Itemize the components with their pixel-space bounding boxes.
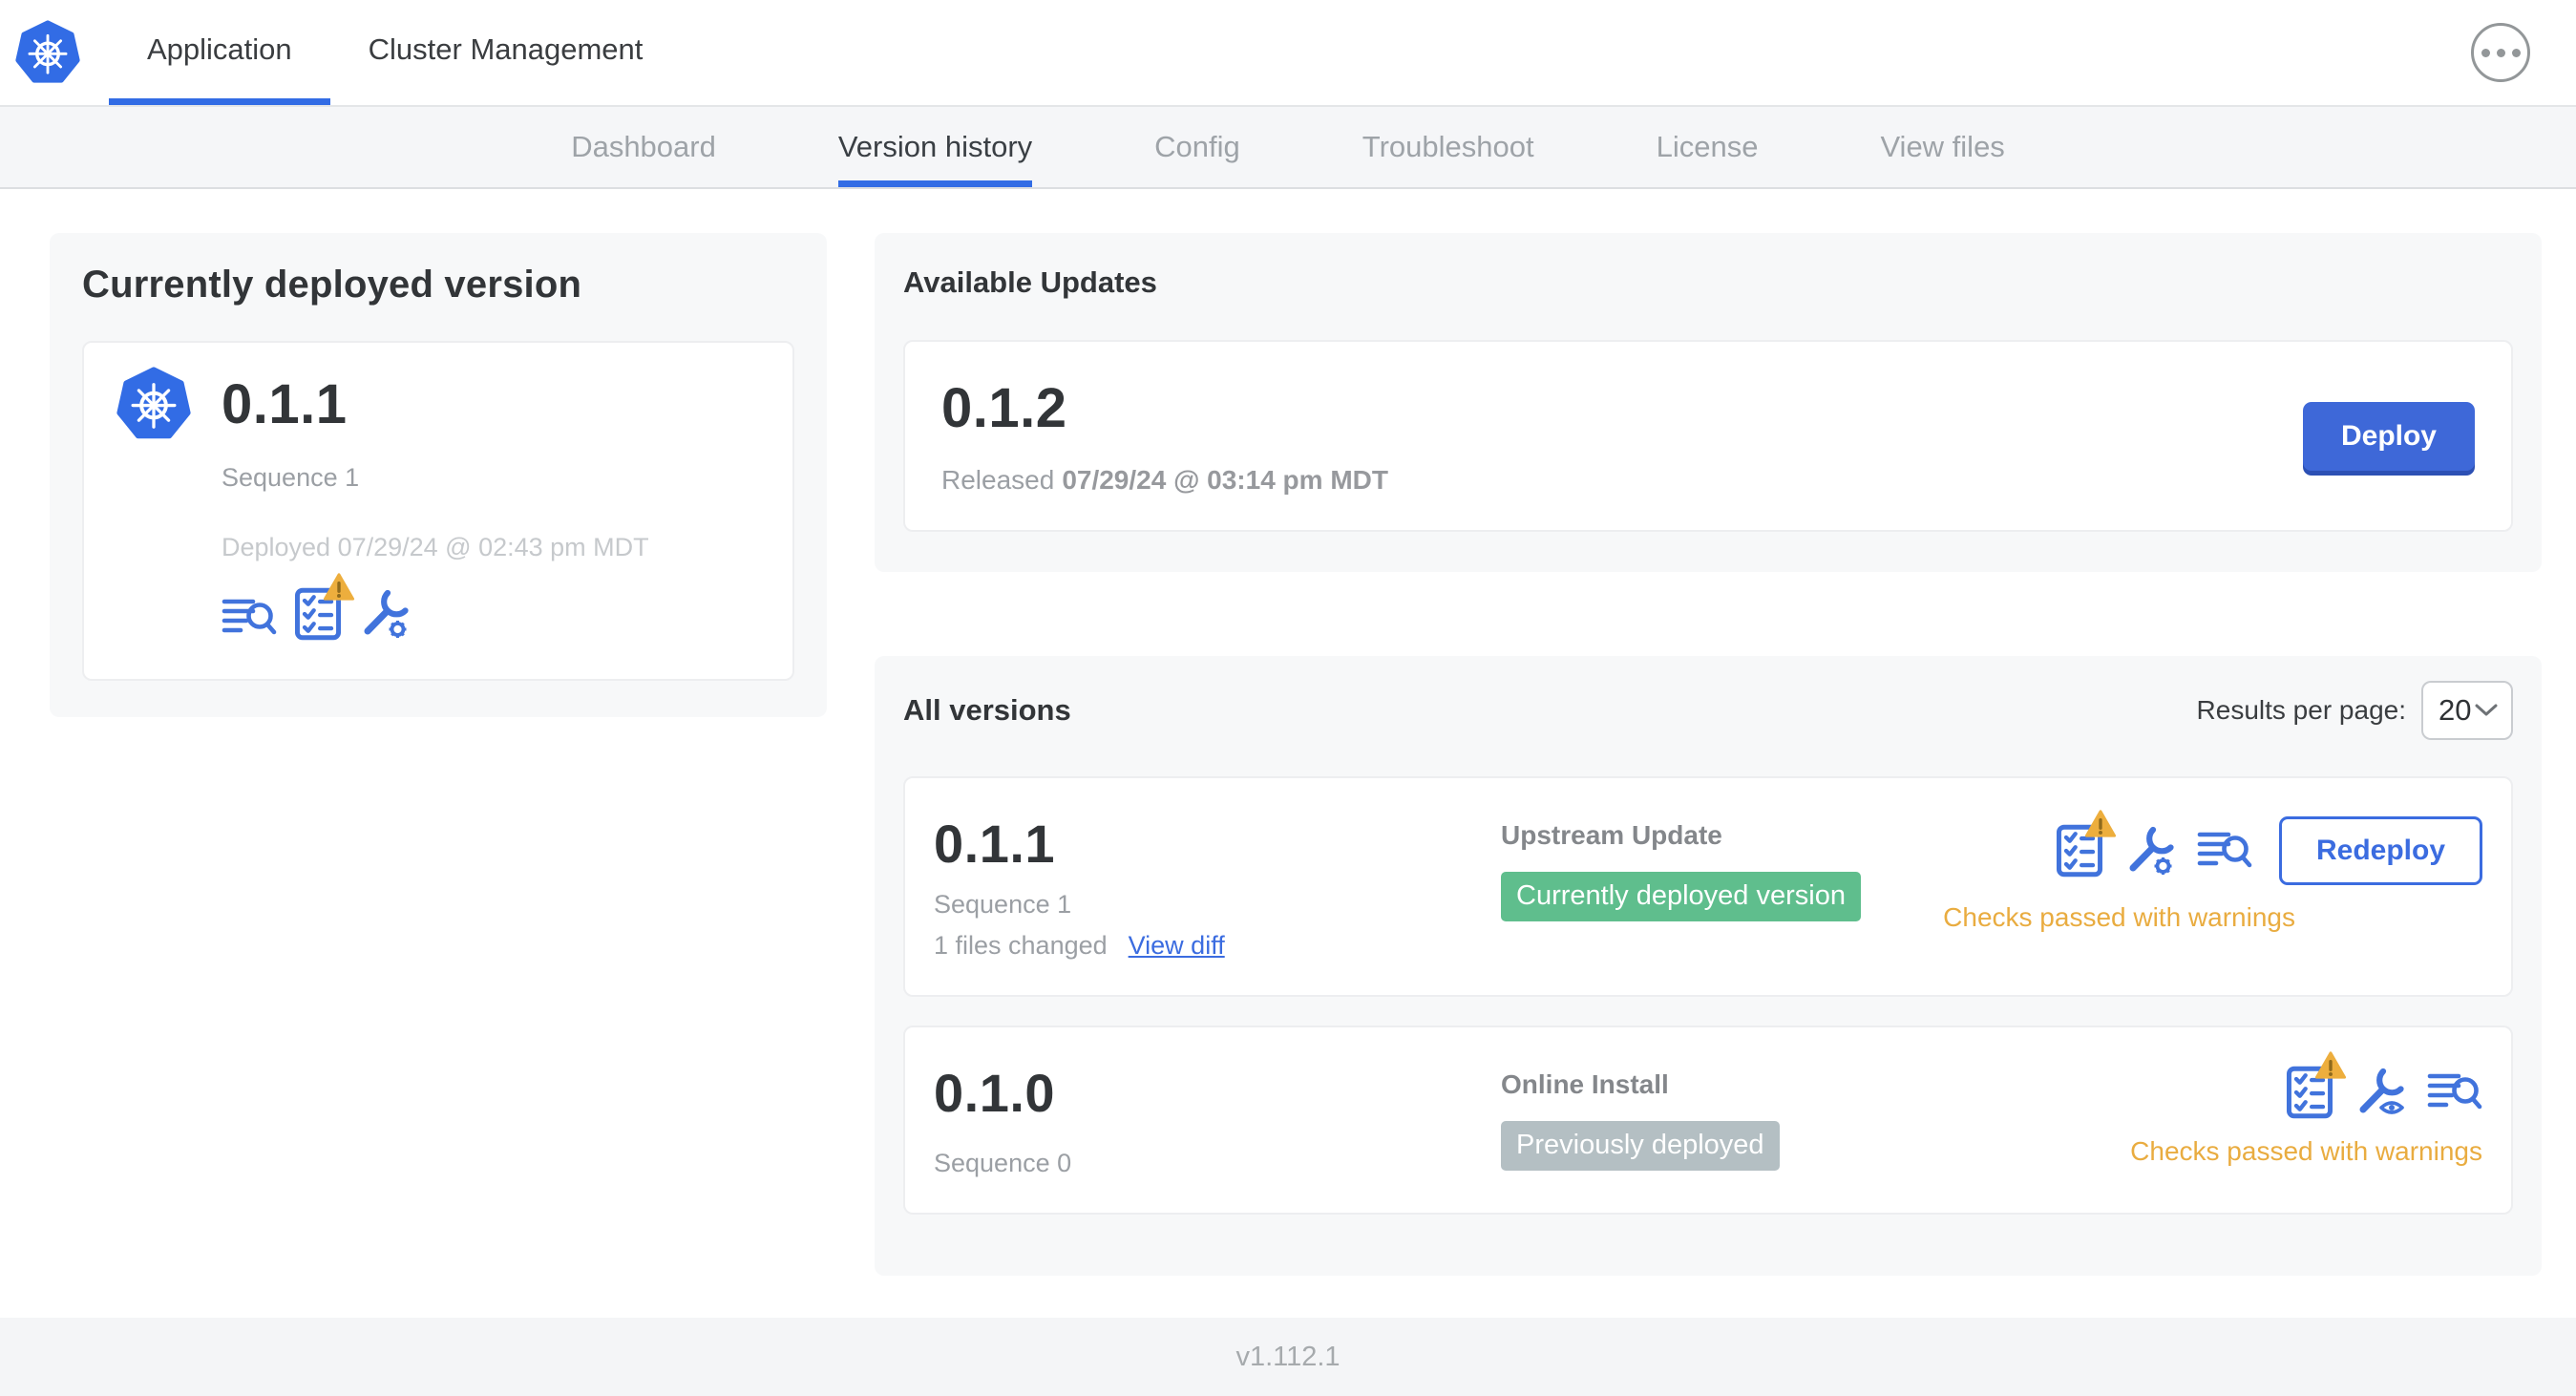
row-version-number: 0.1.1 — [934, 814, 1056, 874]
preflight-checks-warning-icon[interactable] — [294, 587, 342, 641]
page-footer: v1.112.1 — [0, 1318, 2576, 1396]
tab-cluster-management[interactable]: Cluster Management — [330, 0, 682, 105]
results-per-page-label: Results per page: — [2196, 695, 2406, 725]
left-column: Currently deployed version 0.1.1 Sequenc… — [50, 233, 827, 717]
available-updates-panel: Available Updates 0.1.2 Released 07/29/24… — [875, 233, 2542, 572]
kubernetes-logo-icon — [15, 19, 80, 86]
deploy-button[interactable]: Deploy — [2302, 401, 2475, 471]
app-logo — [15, 0, 109, 105]
tab-view-files[interactable]: View files — [1880, 107, 2004, 187]
right-column: Available Updates 0.1.2 Released 07/29/24… — [875, 233, 2542, 1276]
release-notes-icon[interactable] — [222, 595, 277, 641]
top-navbar: Application Cluster Management — [0, 0, 2576, 107]
all-versions-title: All versions — [903, 693, 1071, 727]
results-per-page: Results per page: 20 — [2197, 681, 2513, 740]
tab-config[interactable]: Config — [1154, 107, 1240, 187]
row-source-label: Online Install — [1501, 1069, 1669, 1099]
warning-triangle-icon — [323, 572, 355, 602]
warning-triangle-icon — [2314, 1050, 2347, 1080]
tab-application[interactable]: Application — [109, 0, 330, 105]
redeploy-button[interactable]: Redeploy — [2278, 816, 2482, 885]
currently-deployed-card: 0.1.1 Sequence 1 Deployed 07/29/24 @ 02:… — [82, 341, 794, 681]
dot-icon — [2481, 48, 2490, 57]
currently-deployed-badge: Currently deployed version — [1501, 872, 1861, 921]
topnav-spacer — [681, 0, 2471, 105]
chevron-down-icon — [2475, 704, 2498, 717]
top-nav-tabs: Application Cluster Management — [109, 0, 681, 105]
preflight-checks-warning-icon[interactable] — [2286, 1066, 2333, 1119]
main-content: Currently deployed version 0.1.1 Sequenc… — [0, 189, 2576, 1318]
kubernetes-logo-icon — [116, 366, 191, 442]
dot-icon — [2496, 48, 2505, 57]
checks-status-text: Checks passed with warnings — [1943, 902, 2295, 932]
view-diff-link[interactable]: View diff — [1129, 931, 1225, 961]
view-config-icon[interactable] — [2354, 1066, 2406, 1119]
version-row-0-1-0: 0.1.0 Sequence 0 Online Install Previous… — [903, 1026, 2513, 1215]
results-per-page-value: 20 — [2439, 693, 2472, 727]
row-source-label: Upstream Update — [1501, 820, 1722, 850]
preflight-checks-warning-icon[interactable] — [2056, 824, 2103, 878]
version-row-0-1-1: 0.1.1 Sequence 1 1 files changed View di… — [903, 776, 2513, 997]
app-subnav: Dashboard Version history Config Trouble… — [0, 107, 2576, 189]
row-sequence-label: Sequence 0 — [934, 1149, 1072, 1177]
released-label: Released — [941, 465, 1055, 495]
console-version-label: v1.112.1 — [1235, 1341, 1341, 1372]
available-updates-title: Available Updates — [903, 265, 1157, 299]
edit-config-icon[interactable] — [2124, 824, 2176, 878]
released-value: 07/29/24 @ 03:14 pm MDT — [1062, 465, 1388, 495]
results-per-page-select[interactable]: 20 — [2421, 681, 2513, 740]
current-version-number: 0.1.1 — [222, 372, 348, 435]
dot-icon — [2511, 48, 2521, 57]
release-notes-icon[interactable] — [2197, 828, 2252, 874]
update-version-number: 0.1.2 — [941, 377, 1067, 439]
currently-deployed-panel: Currently deployed version 0.1.1 Sequenc… — [50, 233, 827, 717]
update-released-timestamp: Released 07/29/24 @ 03:14 pm MDT — [941, 465, 1388, 496]
files-changed-label: 1 files changed — [934, 931, 1108, 960]
current-deployed-timestamp: Deployed 07/29/24 @ 02:43 pm MDT — [222, 533, 649, 561]
edit-config-icon[interactable] — [359, 587, 411, 641]
tab-license[interactable]: License — [1657, 107, 1759, 187]
checks-status-text: Checks passed with warnings — [2130, 1136, 2482, 1166]
row-version-number: 0.1.0 — [934, 1063, 1056, 1123]
app-icon — [116, 366, 191, 442]
release-notes-icon[interactable] — [2427, 1069, 2482, 1115]
all-versions-panel: All versions Results per page: 20 0.1.1 … — [875, 656, 2542, 1276]
row-sequence-label: Sequence 1 — [934, 890, 1072, 919]
warning-triangle-icon — [2084, 809, 2117, 838]
tab-troubleshoot[interactable]: Troubleshoot — [1362, 107, 1534, 187]
ellipsis-menu-button[interactable] — [2471, 23, 2530, 82]
previously-deployed-badge: Previously deployed — [1501, 1121, 1780, 1171]
current-sequence-label: Sequence 1 — [222, 463, 360, 492]
tab-version-history[interactable]: Version history — [837, 107, 1033, 187]
available-update-card: 0.1.2 Released 07/29/24 @ 03:14 pm MDT De… — [903, 340, 2513, 532]
currently-deployed-title: Currently deployed version — [82, 264, 582, 306]
tab-dashboard[interactable]: Dashboard — [571, 107, 716, 187]
